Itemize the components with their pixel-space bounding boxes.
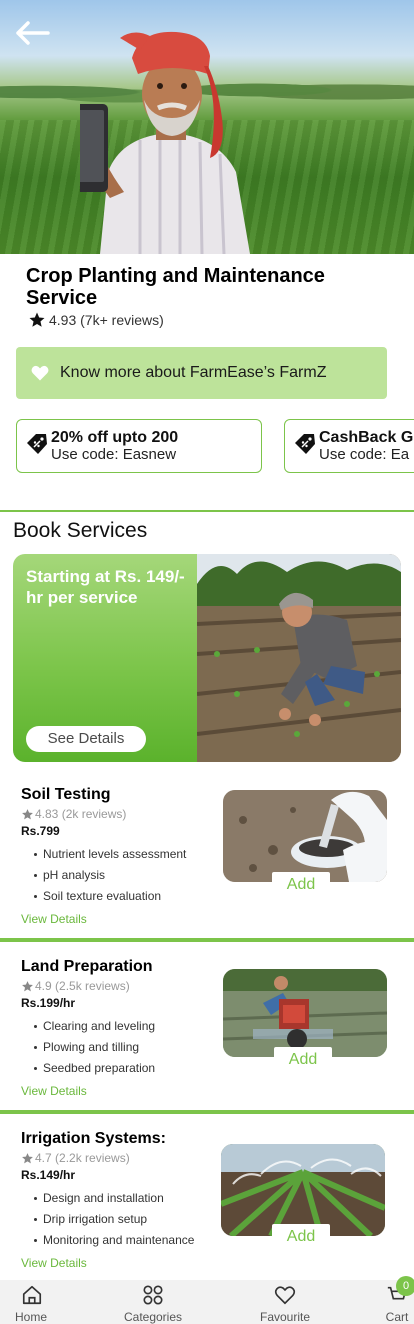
- heart-icon: [274, 1286, 296, 1305]
- offer-code: Use code: Ea: [319, 446, 410, 463]
- offer-title: CashBack G: [319, 429, 414, 446]
- feature-list: Design and installation Drip irrigation …: [33, 1188, 194, 1251]
- star-icon: [22, 1152, 33, 1163]
- offer-card[interactable]: CashBack G Use code: Ea: [284, 419, 414, 473]
- service-card: Land Preparation 4.9 (2.5k reviews) Rs.1…: [0, 958, 414, 1128]
- section-divider: [0, 1110, 414, 1114]
- rating-value: 4.93: [49, 312, 77, 328]
- feature-item: Nutrient levels assessment: [33, 844, 186, 865]
- reviews-count: (7k+ reviews): [80, 312, 164, 328]
- service-price: Rs.799: [21, 824, 60, 838]
- feature-item: Seedbed preparation: [33, 1058, 155, 1079]
- rating-value: 4.83: [35, 807, 59, 821]
- nav-home[interactable]: Home: [0, 1280, 62, 1324]
- offer-title: 20% off upto 200: [51, 429, 179, 446]
- farmer-illustration: [80, 31, 250, 254]
- feature-item: Drip irrigation setup: [33, 1209, 194, 1230]
- feature-item: Soil texture evaluation: [33, 886, 186, 907]
- section-divider: [0, 938, 414, 942]
- view-details-link[interactable]: View Details: [21, 1256, 87, 1270]
- star-icon: [29, 312, 45, 327]
- soil-testing-image: [223, 790, 387, 882]
- hero-image: [0, 0, 414, 254]
- cart-count-badge: 0: [396, 1276, 414, 1296]
- see-details-button[interactable]: See Details: [26, 726, 146, 752]
- nav-categories[interactable]: Categories: [116, 1280, 190, 1324]
- nav-favourite[interactable]: Favourite: [252, 1280, 318, 1324]
- service-rating: 4.7 (2.2k reviews): [21, 1151, 130, 1165]
- offer-code: Use code: Easnew: [51, 446, 177, 463]
- discount-tag-icon: [27, 434, 47, 454]
- add-button[interactable]: Add: [272, 872, 330, 898]
- heart-icon: [31, 365, 49, 381]
- feature-item: Monitoring and maintenance: [33, 1230, 194, 1251]
- nav-label: Categories: [123, 1310, 183, 1324]
- feature-item: Clearing and leveling: [33, 1016, 155, 1037]
- home-icon: [22, 1285, 42, 1305]
- discount-tag-icon: [295, 434, 315, 454]
- rating-value: 4.7: [35, 1151, 52, 1165]
- know-more-label: Know more about FarmEase’s FarmZ: [60, 364, 327, 381]
- nav-label: Favourite: [259, 1310, 311, 1324]
- service-rating: 4.93 (7k+ reviews): [28, 311, 164, 329]
- reviews-count: (2k reviews): [61, 807, 127, 821]
- feature-list: Clearing and leveling Plowing and tillin…: [33, 1016, 155, 1079]
- section-divider: [0, 510, 414, 512]
- feature-item: Plowing and tilling: [33, 1037, 155, 1058]
- service-card: Irrigation Systems: 4.7 (2.2k reviews) R…: [0, 1130, 414, 1300]
- land-preparation-image: [223, 969, 387, 1057]
- reviews-count: (2.5k reviews): [55, 979, 130, 993]
- nav-label: Home: [14, 1310, 47, 1324]
- view-details-link[interactable]: View Details: [21, 912, 87, 926]
- view-details-link[interactable]: View Details: [21, 1084, 87, 1098]
- add-button[interactable]: Add: [274, 1047, 332, 1073]
- promo-banner[interactable]: Starting at Rs. 149/-hr per service See …: [13, 554, 401, 762]
- feature-item: pH analysis: [33, 865, 186, 886]
- star-icon: [22, 808, 33, 819]
- service-name: Land Preparation: [21, 958, 153, 975]
- service-rating: 4.9 (2.5k reviews): [21, 979, 130, 993]
- book-services-title: Book Services: [13, 519, 148, 542]
- add-button[interactable]: Add: [272, 1224, 330, 1250]
- nav-label: Cart: [385, 1310, 409, 1324]
- feature-item: Design and installation: [33, 1188, 194, 1209]
- rating-value: 4.9: [35, 979, 52, 993]
- feature-list: Nutrient levels assessment pH analysis S…: [33, 844, 186, 907]
- bottom-navigation: Home Categories Favourite Cart: [0, 1280, 414, 1324]
- grid-icon: [143, 1285, 163, 1305]
- service-card: Soil Testing 4.83 (2k reviews) Rs.799 Nu…: [0, 786, 414, 956]
- service-price: Rs.149/hr: [21, 1168, 76, 1182]
- service-price: Rs.199/hr: [21, 996, 76, 1010]
- service-title: Crop Planting and Maintenance Service: [26, 265, 325, 309]
- reviews-count: (2.2k reviews): [55, 1151, 130, 1165]
- service-name: Soil Testing: [21, 786, 111, 803]
- banner-text: Starting at Rs. 149/-hr per service: [26, 567, 185, 607]
- arrow-left-icon[interactable]: [12, 18, 52, 48]
- farmer-planting-image: [197, 554, 401, 762]
- star-icon: [22, 980, 33, 991]
- know-more-button[interactable]: Know more about FarmEase’s FarmZ: [16, 347, 387, 399]
- service-rating: 4.83 (2k reviews): [21, 807, 126, 821]
- service-name: Irrigation Systems:: [21, 1130, 166, 1147]
- irrigation-image: [221, 1144, 385, 1236]
- offer-card[interactable]: 20% off upto 200 Use code: Easnew: [16, 419, 262, 473]
